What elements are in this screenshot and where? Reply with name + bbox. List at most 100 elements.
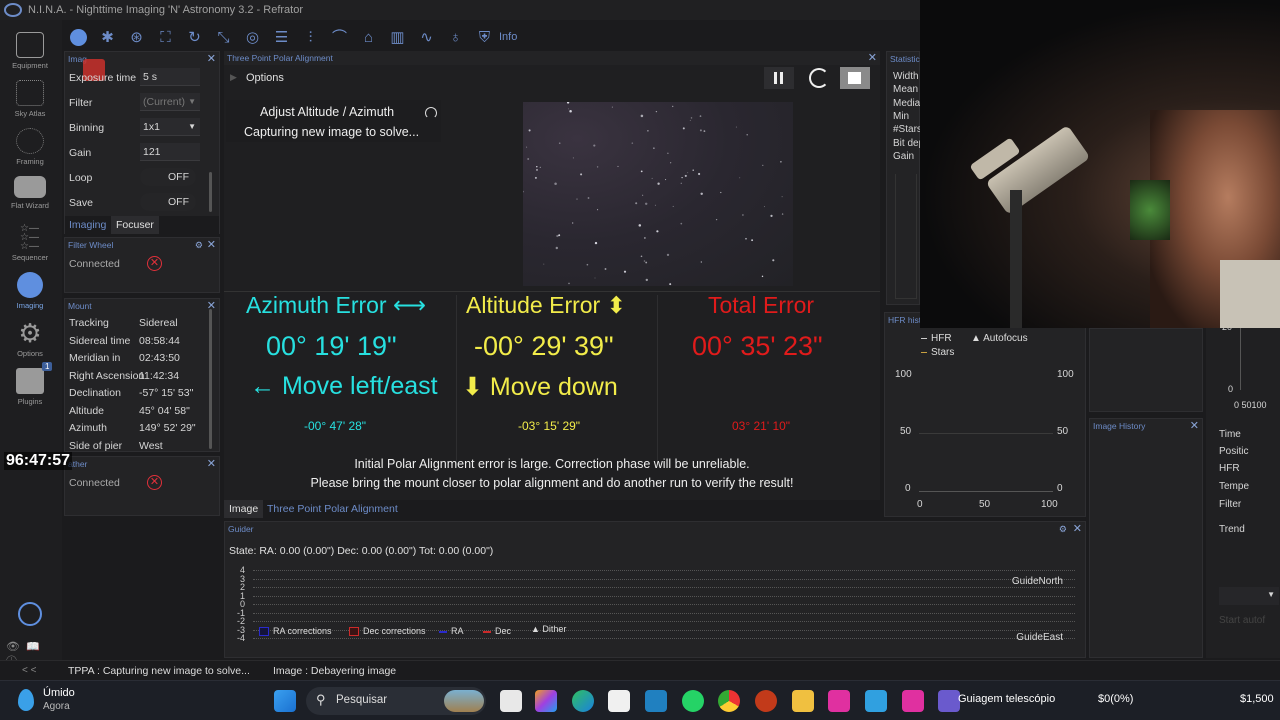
nav-equipment[interactable]: Equipment — [0, 30, 60, 78]
scrollbar[interactable] — [209, 172, 212, 212]
telescope-app-icon[interactable] — [938, 690, 960, 712]
stop-button[interactable] — [840, 67, 870, 89]
rotate-icon[interactable]: ↻ — [186, 29, 203, 46]
nav-label: Sequencer — [11, 253, 49, 262]
options-expander[interactable]: Options — [246, 72, 284, 84]
close-icon[interactable]: ✕ — [207, 52, 216, 66]
nav-framing[interactable]: Framing — [0, 126, 60, 174]
warning-line-1: Initial Polar Alignment error is large. … — [354, 457, 750, 471]
focuser-icon[interactable]: ⊛ — [128, 29, 145, 46]
settings-icon[interactable]: ⚙ — [195, 238, 203, 252]
nav-plugins[interactable]: 1 Plugins — [0, 362, 60, 414]
app-icon[interactable] — [645, 690, 667, 712]
filter-dropdown[interactable]: ▼ — [1219, 587, 1279, 605]
disconnect-icon[interactable]: ✕ — [147, 475, 162, 490]
disconnect-icon[interactable]: ✕ — [147, 256, 162, 271]
tab-focuser[interactable]: Focuser — [111, 216, 159, 234]
filter-select[interactable]: (Current) ▼ — [140, 93, 200, 111]
star — [642, 194, 644, 196]
bulb-icon[interactable]: ♁ — [447, 29, 464, 46]
wave-icon[interactable]: ∿ — [418, 29, 435, 46]
scrollbar[interactable] — [209, 309, 212, 449]
tab-imaging[interactable]: Imaging — [69, 219, 106, 231]
main-tabs: Image Three Point Polar Alignment — [224, 500, 880, 518]
mount-label: Tracking — [69, 317, 109, 329]
bars-chart-icon[interactable]: ▥ — [389, 29, 406, 46]
close-icon[interactable]: ✕ — [207, 238, 216, 252]
star — [593, 144, 596, 147]
collapse-button[interactable]: < < — [22, 665, 36, 676]
nav-options[interactable]: ⚙ Options — [0, 318, 60, 366]
start-autofocus-button[interactable]: Start autof — [1219, 615, 1265, 626]
close-icon[interactable]: ✕ — [1073, 522, 1082, 536]
panel-title: Mount — [68, 301, 92, 311]
restart-icon[interactable] — [809, 68, 829, 88]
star — [720, 191, 722, 194]
star — [640, 255, 643, 258]
start-icon[interactable] — [274, 690, 296, 712]
binning-select[interactable]: 1x1 ▼ — [140, 118, 200, 136]
tab-image[interactable]: Image — [224, 500, 264, 518]
whatsapp-icon[interactable] — [682, 690, 704, 712]
guide-icon[interactable]: ⤡ — [215, 29, 232, 46]
nav-flat-wizard[interactable]: Flat Wizard — [0, 174, 60, 222]
settings-icon[interactable]: ⚙ — [1059, 522, 1067, 536]
total-error-title: Total Error — [708, 292, 815, 318]
taskbar: Úmido Agora ⚲ Pesquisar Guiagem telescóp… — [0, 680, 1280, 720]
camera-tool-icon[interactable] — [70, 28, 87, 46]
copilot-icon[interactable] — [535, 690, 557, 712]
nav-sky-atlas[interactable]: Sky Atlas — [0, 78, 60, 126]
star — [645, 261, 648, 264]
mount-label: Side of pier — [69, 439, 123, 452]
app-pink-icon[interactable] — [828, 690, 850, 712]
mount-value: 149° 52' 29" — [139, 422, 196, 434]
dome-icon[interactable]: ⌒ — [331, 29, 348, 46]
search-box[interactable]: ⚲ Pesquisar — [306, 687, 486, 715]
close-icon[interactable]: ✕ — [1190, 419, 1199, 433]
opera-icon[interactable] — [755, 690, 777, 712]
pause-button[interactable] — [764, 67, 794, 89]
star — [644, 237, 646, 239]
star — [745, 237, 747, 240]
star — [690, 117, 693, 119]
panel-header: Mount ✕ — [65, 299, 219, 313]
star — [651, 177, 653, 179]
store-icon[interactable] — [608, 690, 630, 712]
expand-icon[interactable]: ▶ — [230, 72, 237, 83]
star — [761, 275, 764, 278]
filter-wheel-icon[interactable]: ✱ — [99, 29, 116, 46]
tab-tppa[interactable]: Three Point Polar Alignment — [267, 503, 398, 515]
info-link[interactable]: Info — [499, 31, 517, 43]
sliders-icon[interactable]: ⫶ — [302, 29, 319, 46]
shield-icon[interactable]: ⛨ — [476, 29, 493, 46]
edge-icon[interactable] — [572, 690, 594, 712]
gain-field[interactable]: 121 — [140, 143, 200, 161]
connection-status: Connected — [69, 258, 120, 270]
loop-toggle[interactable]: OFF — [140, 168, 196, 186]
app-pink2-icon[interactable] — [902, 690, 924, 712]
exposure-field[interactable]: 5 s — [140, 68, 200, 86]
mount-value: 08:58:44 — [139, 334, 180, 347]
folder-icon[interactable] — [792, 690, 814, 712]
nav-sequencer[interactable]: ☆— ☆— ☆— Sequencer — [0, 222, 60, 270]
target-icon[interactable]: ◎ — [244, 29, 261, 46]
star — [666, 253, 670, 257]
power-icon[interactable] — [18, 602, 42, 626]
star — [534, 176, 537, 179]
close-icon[interactable]: ✕ — [207, 457, 216, 471]
list-icon[interactable]: ☰ — [273, 29, 290, 46]
observatory-icon[interactable]: ⌂ — [360, 29, 377, 46]
app-blue-icon[interactable] — [865, 690, 887, 712]
history-label: Positic — [1219, 446, 1249, 457]
close-icon[interactable]: ✕ — [868, 51, 877, 65]
chrome-icon[interactable] — [718, 690, 740, 712]
crop-icon[interactable]: ⛶ — [157, 29, 174, 46]
task-view-icon[interactable] — [500, 690, 522, 712]
exposure-label: Exposure time — [69, 72, 137, 84]
star-image[interactable] — [522, 101, 793, 286]
nav-imaging[interactable]: Imaging — [0, 270, 60, 318]
star — [739, 177, 741, 179]
imaging-icon — [17, 272, 43, 298]
star — [669, 283, 672, 286]
save-toggle[interactable]: OFF — [140, 193, 196, 211]
